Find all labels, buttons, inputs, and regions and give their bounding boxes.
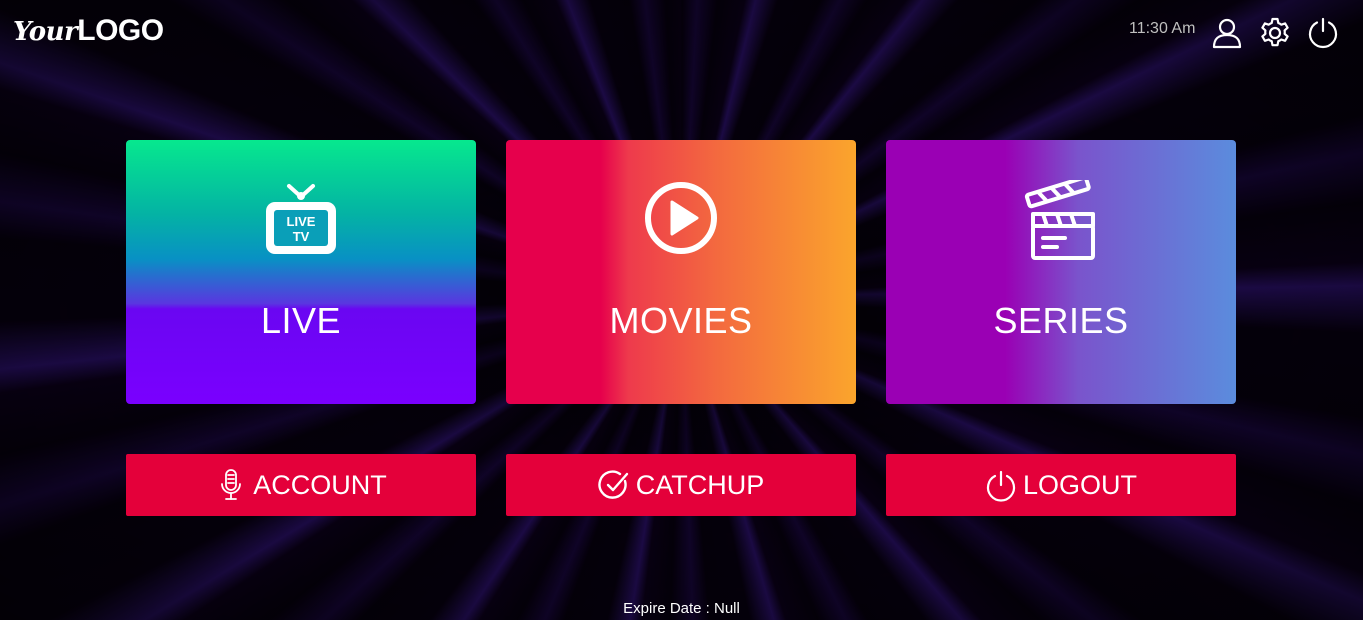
account-button-label: ACCOUNT: [253, 469, 387, 500]
clapperboard-icon: [1021, 175, 1101, 260]
account-button[interactable]: ACCOUNT: [126, 454, 476, 516]
gear-icon[interactable]: [1258, 16, 1292, 50]
live-tv-icon-text-1: LIVE: [287, 214, 316, 229]
play-circle-icon: [641, 180, 721, 260]
top-bar: YourLOGO 11:30 Am: [0, 0, 1363, 70]
tile-live-label: LIVE: [260, 300, 342, 341]
app-logo: YourLOGO: [13, 16, 164, 46]
microphone-icon: [215, 468, 247, 502]
live-tv-icon: LIVE TV: [261, 180, 341, 260]
tile-series-label: SERIES: [993, 300, 1129, 341]
catchup-button[interactable]: CATCHUP: [506, 454, 856, 516]
tile-movies[interactable]: MOVIES: [506, 140, 856, 404]
power-icon: [985, 468, 1017, 502]
clock: 11:30 Am: [1129, 20, 1196, 37]
logout-button[interactable]: LOGOUT: [886, 454, 1236, 516]
check-circle-icon: [598, 468, 630, 502]
tile-movies-label: MOVIES: [609, 300, 753, 341]
tile-live[interactable]: LIVE TV LIVE: [126, 140, 476, 404]
tile-series[interactable]: SERIES: [886, 140, 1236, 404]
user-icon[interactable]: [1210, 16, 1244, 50]
logout-button-label: LOGOUT: [1022, 469, 1137, 500]
logo-prefix: Your: [13, 17, 78, 47]
power-icon[interactable]: [1306, 16, 1340, 50]
logo-main: LOGO: [77, 14, 164, 47]
catchup-button-label: CATCHUP: [635, 469, 765, 500]
live-tv-icon-text-2: TV: [293, 229, 310, 244]
expire-date: Expire Date : Null: [623, 600, 740, 617]
